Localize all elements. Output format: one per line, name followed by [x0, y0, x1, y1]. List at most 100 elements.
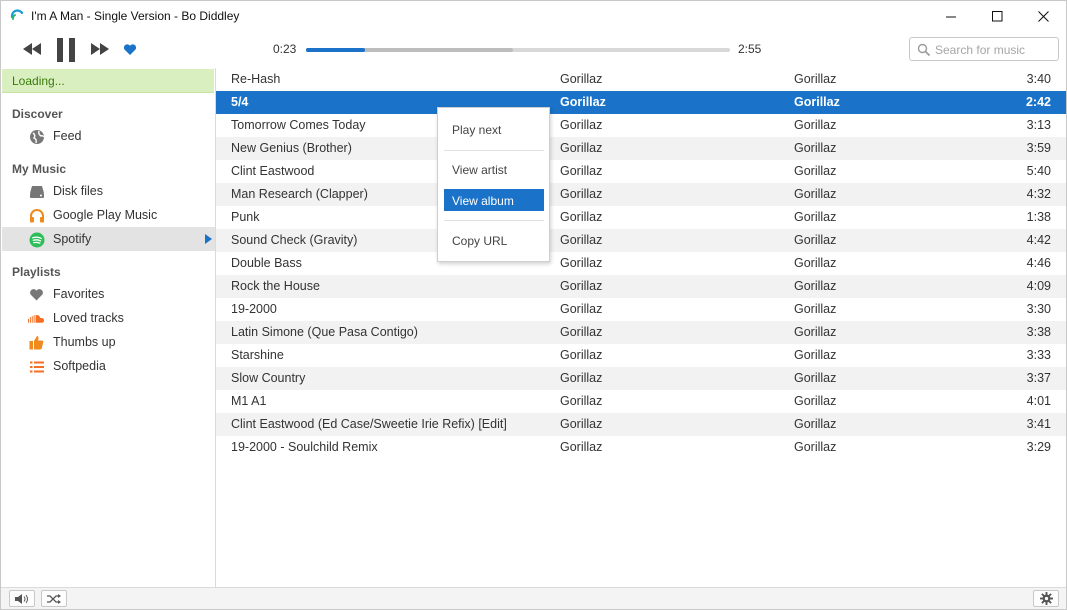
sidebar-item-label: Google Play Music [53, 208, 158, 222]
track-row[interactable]: Starshine Gorillaz Gorillaz 3:33 [216, 344, 1066, 367]
track-album: Gorillaz [794, 95, 840, 109]
track-list: Re-Hash Gorillaz Gorillaz 3:40 5/4 Gorillaz Go… [216, 68, 1066, 587]
sidebar-item-spotify[interactable]: Spotify [2, 227, 215, 251]
track-row[interactable]: Clint Eastwood (Ed Case/Sweetie Irie Ref… [216, 413, 1066, 436]
track-row[interactable]: Slow Country Gorillaz Gorillaz 3:37 [216, 367, 1066, 390]
fast-forward-icon [91, 43, 109, 55]
heart-icon [123, 43, 137, 55]
search-box[interactable] [909, 37, 1059, 61]
track-row[interactable]: 19-2000 - Soulchild Remix Gorillaz Gorilla… [216, 436, 1066, 459]
track-title: Latin Simone (Que Pasa Contigo) [231, 325, 418, 339]
track-artist: Gorillaz [560, 371, 603, 385]
track-duration: 3:30 [1026, 302, 1051, 316]
track-album: Gorillaz [794, 164, 837, 178]
track-title: Starshine [231, 348, 284, 362]
track-artist: Gorillaz [560, 141, 603, 155]
menu-item-play-next[interactable]: Play next [444, 118, 544, 140]
sidebar-item-google-play-music[interactable]: Google Play Music [2, 203, 215, 227]
track-duration: 3:33 [1026, 348, 1051, 362]
track-row[interactable]: Man Research (Clapper) Gorillaz Gorillaz 4:… [216, 183, 1066, 206]
settings-button[interactable] [1033, 590, 1059, 607]
hard-disk-icon [28, 183, 45, 200]
track-title: Re-Hash [231, 72, 281, 86]
track-row[interactable]: Re-Hash Gorillaz Gorillaz 3:40 [216, 68, 1066, 91]
track-row[interactable]: Sound Check (Gravity) Gorillaz Gorillaz 4:4… [216, 229, 1066, 252]
sidebar-item-softpedia[interactable]: Softpedia [2, 354, 215, 378]
track-row[interactable]: 5/4 Gorillaz Gorillaz 2:42 [216, 91, 1066, 114]
heart-icon [28, 286, 45, 303]
track-row[interactable]: New Genius (Brother) Gorillaz Gorillaz 3:59 [216, 137, 1066, 160]
sidebar-item-label: Thumbs up [53, 335, 116, 349]
discover-heading: Discover [12, 107, 63, 121]
volume-button[interactable] [9, 590, 35, 607]
previous-button[interactable] [20, 41, 44, 57]
track-row[interactable]: 19-2000 Gorillaz Gorillaz 3:30 [216, 298, 1066, 321]
pause-icon [57, 38, 75, 62]
sidebar-item-loved-tracks[interactable]: Loved tracks [2, 306, 215, 330]
track-artist: Gorillaz [560, 72, 603, 86]
track-title: 19-2000 [231, 302, 277, 316]
track-row[interactable]: Clint Eastwood Gorillaz Gorillaz 5:40 [216, 160, 1066, 183]
track-duration: 4:09 [1026, 279, 1051, 293]
menu-item-view-album[interactable]: View album [444, 189, 544, 211]
sidebar-item-label: Softpedia [53, 359, 106, 373]
track-title: Clint Eastwood [231, 164, 315, 178]
track-artist: Gorillaz [560, 187, 603, 201]
track-duration: 3:59 [1026, 141, 1051, 155]
sidebar: Loading... Discover Feed My Music Disk f… [1, 68, 216, 587]
menu-item-copy-url[interactable]: Copy URL [444, 229, 544, 251]
current-time: 0:23 [273, 42, 297, 56]
minimize-icon [945, 16, 956, 17]
track-title: Man Research (Clapper) [231, 187, 368, 201]
sidebar-item-label: Favorites [53, 287, 105, 301]
track-album: Gorillaz [794, 325, 837, 339]
track-artist: Gorillaz [560, 95, 606, 109]
minimize-button[interactable] [928, 1, 974, 31]
like-button[interactable] [122, 41, 138, 57]
track-row[interactable]: Double Bass Gorillaz Gorillaz 4:46 [216, 252, 1066, 275]
status-bar [1, 587, 1066, 609]
track-album: Gorillaz [794, 118, 837, 132]
track-row[interactable]: Rock the House Gorillaz Gorillaz 4:09 [216, 275, 1066, 298]
soundcloud-icon [28, 310, 45, 327]
track-row[interactable]: Latin Simone (Que Pasa Contigo) Gorillaz G… [216, 321, 1066, 344]
loading-banner: Loading... [2, 69, 214, 93]
track-row[interactable]: Tomorrow Comes Today Gorillaz Gorillaz 3:13 [216, 114, 1066, 137]
app-logo-icon [10, 9, 24, 20]
track-artist: Gorillaz [560, 233, 603, 247]
track-album: Gorillaz [794, 440, 837, 454]
list-icon [28, 358, 45, 375]
track-row[interactable]: M1 A1 Gorillaz Gorillaz 4:01 [216, 390, 1066, 413]
menu-item-view-artist[interactable]: View artist [444, 158, 544, 180]
track-title: 5/4 [231, 95, 249, 109]
track-artist: Gorillaz [560, 118, 603, 132]
pause-button[interactable] [54, 37, 78, 63]
seek-bar[interactable] [306, 48, 730, 52]
track-title: Double Bass [231, 256, 302, 270]
track-row[interactable]: Punk Gorillaz Gorillaz 1:38 [216, 206, 1066, 229]
track-album: Gorillaz [794, 256, 837, 270]
search-input[interactable] [935, 41, 1055, 58]
played-bar [306, 48, 365, 52]
gear-icon [1039, 592, 1053, 605]
playlists-heading: Playlists [12, 265, 61, 279]
track-artist: Gorillaz [560, 164, 603, 178]
next-button[interactable] [88, 41, 112, 57]
sidebar-item-thumbs-up[interactable]: Thumbs up [2, 330, 215, 354]
sidebar-item-feed[interactable]: Feed [2, 124, 215, 148]
track-title: Slow Country [231, 371, 306, 385]
maximize-button[interactable] [974, 1, 1020, 31]
sidebar-item-label: Loved tracks [53, 311, 124, 325]
track-duration: 3:41 [1026, 417, 1051, 431]
thumbs-up-icon [28, 334, 45, 351]
sidebar-item-disk-files[interactable]: Disk files [2, 179, 215, 203]
sidebar-item-favorites[interactable]: Favorites [2, 282, 215, 306]
shuffle-button[interactable] [41, 590, 67, 607]
track-artist: Gorillaz [560, 279, 603, 293]
rewind-icon [23, 43, 41, 55]
track-album: Gorillaz [794, 417, 837, 431]
close-button[interactable] [1020, 1, 1066, 31]
track-album: Gorillaz [794, 279, 837, 293]
track-album: Gorillaz [794, 141, 837, 155]
close-icon [1037, 10, 1049, 22]
